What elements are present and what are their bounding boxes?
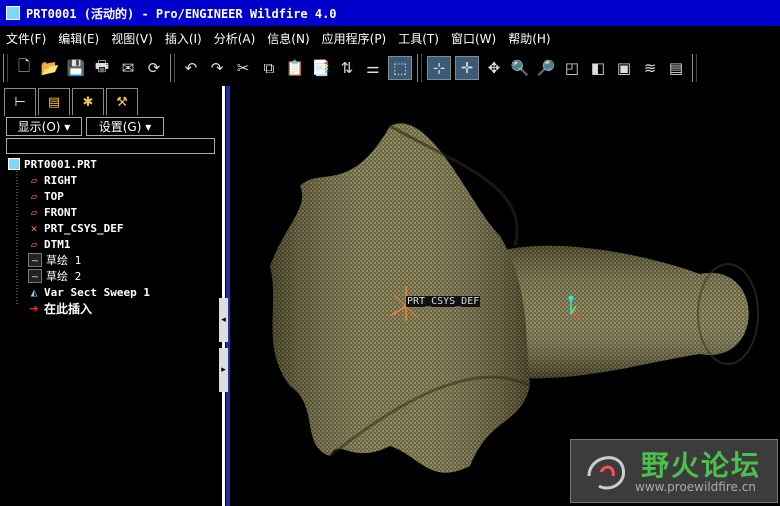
tree-item-label: TOP (44, 189, 64, 203)
toolbar-grip[interactable] (170, 54, 175, 82)
splitter-divider (222, 86, 225, 506)
menu-info[interactable]: 信息(N) (261, 30, 315, 47)
refit-icon[interactable]: ◰ (561, 57, 583, 79)
menu-edit[interactable]: 编辑(E) (52, 30, 105, 47)
settings-dropdown[interactable]: 设置(G) ▾ (86, 117, 164, 136)
show-dropdown[interactable]: 显示(O) ▾ (6, 117, 82, 136)
save-icon[interactable]: 💾 (65, 57, 87, 79)
cut-icon[interactable]: ✂ (232, 57, 254, 79)
navigator-panel: ⊢ ▤ ✱ ⚒ 显示(O) ▾ 设置(G) ▾ PRT0001.PRT ▱ RI… (0, 86, 218, 506)
copy-icon[interactable]: ⧉ (258, 57, 280, 79)
tree-item-front[interactable]: ▱ FRONT (28, 204, 77, 220)
main-toolbar: 🗋 📂 💾 🖶 ✉ ⟳ ↶ ↷ ✂ ⧉ 📋 📑 ⇅ ⚌ ⬚ ⊹ ✛ ✥ 🔍 🔎 … (0, 50, 780, 86)
tree-item-label: RIGHT (44, 173, 78, 187)
watermark-title: 野火论坛 (641, 449, 762, 482)
saved-views-icon[interactable]: ▣ (613, 57, 635, 79)
title-bar: PRT0001 (活动的) - Pro/ENGINEER Wildfire 4.… (0, 0, 780, 26)
menu-window[interactable]: 窗口(W) (445, 30, 502, 47)
menu-bar: 文件(F) 编辑(E) 视图(V) 插入(I) 分析(A) 信息(N) 应用程序… (0, 26, 780, 50)
model-tree-tab-icon[interactable]: ⊢ (4, 88, 36, 116)
zoom-out-icon[interactable]: 🔎 (535, 57, 557, 79)
connections-tab-icon[interactable]: ⚒ (106, 88, 138, 115)
folder-browser-tab-icon[interactable]: ▤ (38, 88, 70, 115)
zoom-in-icon[interactable]: 🔍 (509, 57, 531, 79)
tree-dropdowns: 显示(O) ▾ 设置(G) ▾ (6, 117, 168, 136)
datum-plane-icon: ▱ (30, 189, 38, 203)
reorient-icon[interactable]: ◧ (587, 57, 609, 79)
insert-here-arrow-icon: ➜ (29, 301, 39, 315)
collapse-left-arrow-icon[interactable]: ◂ (219, 298, 228, 342)
datum-plane-icon: ▱ (30, 173, 38, 187)
regenerate-model-icon[interactable]: ⇅ (336, 57, 358, 79)
menu-view[interactable]: 视图(V) (105, 30, 159, 47)
favorites-tab-icon[interactable]: ✱ (72, 88, 104, 115)
view-manager-icon[interactable]: ▤ (665, 57, 687, 79)
paste-icon[interactable]: 📋 (284, 57, 306, 79)
menu-insert[interactable]: 插入(I) (159, 30, 208, 47)
csys-label: PRT_CSYS_DEF (406, 296, 481, 307)
sweep-icon: ◭ (30, 285, 38, 299)
tree-item-right[interactable]: ▱ RIGHT (28, 172, 77, 188)
window-title: PRT0001 (活动的) - Pro/ENGINEER Wildfire 4.… (26, 6, 337, 21)
csys-icon: ✕ (30, 221, 38, 235)
tree-item-label: 在此插入 (44, 301, 93, 316)
menu-tools[interactable]: 工具(T) (392, 30, 445, 47)
redo-icon[interactable]: ↷ (206, 57, 228, 79)
watermark-logo: 野火论坛 www.proewildfire.cn (570, 439, 778, 503)
tree-root-label: PRT0001.PRT (24, 157, 97, 171)
tree-item-top[interactable]: ▱ TOP (28, 188, 64, 204)
menu-applications[interactable]: 应用程序(P) (316, 30, 393, 47)
menu-analysis[interactable]: 分析(A) (208, 30, 262, 47)
undo-icon[interactable]: ↶ (180, 57, 202, 79)
panel-splitter[interactable]: ◂ ▸ (218, 86, 230, 506)
tree-item-label: PRT_CSYS_DEF (44, 221, 124, 235)
paste-special-icon[interactable]: 📑 (310, 57, 332, 79)
expand-right-arrow-icon[interactable]: ▸ (219, 348, 228, 392)
navigator-tabs: ⊢ ▤ ✱ ⚒ (4, 88, 140, 116)
regenerate-icon[interactable]: ⟳ (143, 57, 165, 79)
print-icon[interactable]: 🖶 (91, 57, 113, 79)
tree-item-csys[interactable]: ✕ PRT_CSYS_DEF (28, 220, 124, 236)
graphics-viewport[interactable]: PRT_CSYS_DEF 野火论坛 www.proewildfire.cn (230, 86, 780, 506)
layers-icon[interactable]: ≋ (639, 57, 661, 79)
send-mail-icon[interactable]: ✉ (117, 57, 139, 79)
menu-file[interactable]: 文件(F) (0, 30, 52, 47)
tree-item-label: Var Sect Sweep 1 (44, 285, 150, 299)
tree-item-label: FRONT (44, 205, 78, 219)
tree-item-label: 草绘 2 (46, 270, 82, 283)
tree-lines (16, 168, 18, 306)
datum-plane-icon: ▱ (30, 237, 38, 251)
tree-item-dtm1[interactable]: ▱ DTM1 (28, 236, 71, 252)
sketch-icon: ~ (28, 253, 42, 267)
toolbar-grip[interactable] (3, 54, 8, 82)
toolbar-grip[interactable] (417, 54, 422, 82)
tree-item-label: DTM1 (44, 237, 71, 251)
tree-item-label: 草绘 1 (46, 254, 82, 267)
logo-swirl-icon (587, 456, 626, 490)
sketch-icon: ~ (28, 269, 42, 283)
tree-item-var-sect-sweep[interactable]: ◭ Var Sect Sweep 1 (28, 284, 150, 300)
toolbar-grip[interactable] (692, 54, 697, 82)
selection-box-icon[interactable]: ⬚ (388, 56, 412, 80)
new-file-icon[interactable]: 🗋 (13, 57, 35, 79)
tree-filter-input[interactable] (6, 138, 215, 154)
spin-center-icon[interactable]: ⊹ (427, 56, 451, 80)
menu-help[interactable]: 帮助(H) (502, 30, 556, 47)
tree-item-sketch-2[interactable]: ~ 草绘 2 (28, 268, 81, 284)
watermark-url: www.proewildfire.cn (635, 480, 756, 494)
app-icon (6, 6, 20, 20)
tree-item-insert-here[interactable]: ➜ 在此插入 (28, 300, 92, 316)
model-tree-toggle-icon[interactable]: ⚌ (362, 57, 384, 79)
open-folder-icon[interactable]: 📂 (39, 57, 61, 79)
tree-item-sketch-1[interactable]: ~ 草绘 1 (28, 252, 81, 268)
pan-icon[interactable]: ✥ (483, 57, 505, 79)
datum-plane-icon: ▱ (30, 205, 38, 219)
orient-mode-icon[interactable]: ✛ (455, 56, 479, 80)
